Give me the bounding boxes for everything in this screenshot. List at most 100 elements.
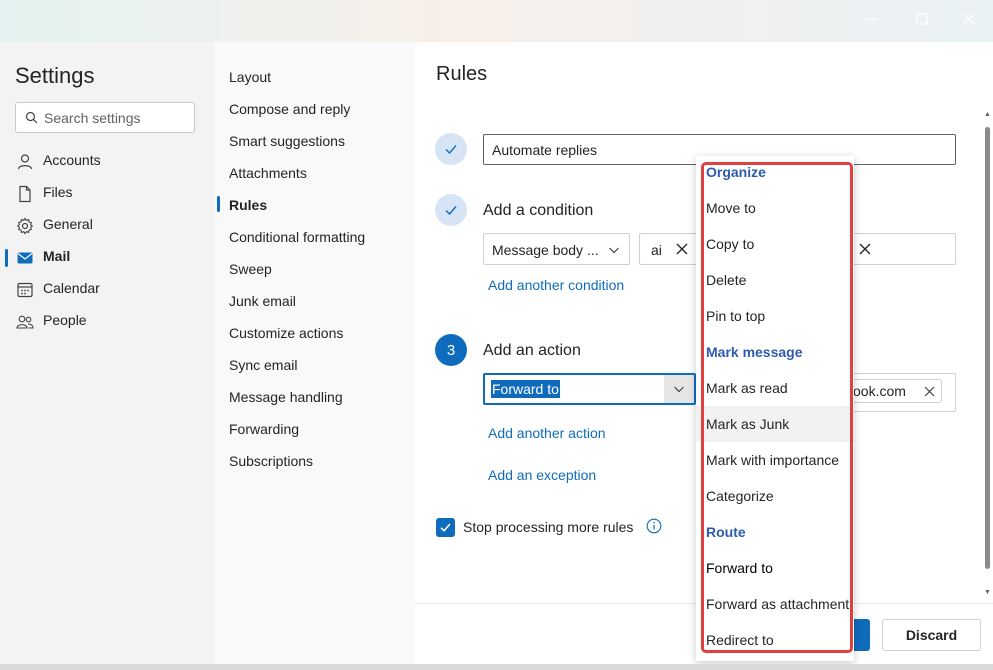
condition-value-field[interactable]: ai (639, 233, 699, 265)
chevron-down-icon (609, 247, 619, 254)
scroll-down-icon[interactable]: ▼ (984, 589, 991, 596)
settings-sidebar: Settings Accounts Files General (0, 42, 214, 670)
menu-group-mark-message: Mark message (706, 344, 803, 360)
add-another-action-link[interactable]: Add another action (488, 425, 606, 441)
sidebar-item-label: People (43, 312, 87, 328)
stop-processing-checkbox[interactable] (436, 518, 455, 537)
recipient-email: ook.com (853, 383, 906, 399)
sidebar-item-label: Files (43, 184, 73, 200)
remove-keyword-icon[interactable] (859, 243, 871, 255)
add-exception-link[interactable]: Add an exception (488, 467, 596, 483)
sidebar-item-label: Accounts (43, 152, 101, 168)
people-icon (16, 315, 34, 329)
settings-item-subscriptions[interactable]: Subscriptions (229, 453, 313, 469)
step-2-complete (435, 194, 467, 226)
person-icon (17, 154, 33, 170)
checkmark-icon (445, 206, 457, 216)
settings-item-layout[interactable]: Layout (229, 69, 271, 85)
menu-item-move-to[interactable]: Move to (696, 190, 854, 226)
checkmark-icon (445, 145, 457, 155)
action-dropdown-menu: Organize Move to Copy to Delete Pin to t… (696, 156, 854, 661)
stop-processing-label: Stop processing more rules (463, 519, 634, 535)
sidebar-item-calendar[interactable]: Calendar (0, 275, 214, 303)
mail-icon (17, 252, 33, 264)
menu-group-route: Route (706, 524, 746, 540)
checkmark-icon (440, 523, 451, 532)
page-title: Rules (436, 63, 488, 85)
search-icon (25, 111, 38, 124)
minimize-icon (866, 18, 878, 20)
sidebar-item-mail[interactable]: Mail (0, 243, 214, 271)
settings-item-sweep[interactable]: Sweep (229, 261, 272, 277)
settings-item-conditional-formatting[interactable]: Conditional formatting (229, 229, 365, 245)
condition-type-value: Message body ... (492, 242, 599, 258)
menu-item-redirect-to[interactable]: Redirect to (696, 622, 854, 658)
menu-item-pin-to-top[interactable]: Pin to top (696, 298, 854, 334)
remove-recipient-icon[interactable] (924, 386, 935, 397)
sidebar-item-files[interactable]: Files (0, 179, 214, 207)
sidebar-item-people[interactable]: People (0, 307, 214, 335)
maximize-icon (916, 13, 928, 25)
dropdown-toggle[interactable] (664, 375, 694, 403)
settings-item-attachments[interactable]: Attachments (229, 165, 307, 181)
step-number: 3 (446, 341, 456, 359)
menu-item-mark-with-importance[interactable]: Mark with importance (696, 442, 854, 478)
file-icon (19, 185, 31, 203)
settings-item-smart-suggestions[interactable]: Smart suggestions (229, 133, 345, 149)
sidebar-item-label: Calendar (43, 280, 100, 296)
calendar-icon (17, 282, 33, 298)
condition-value-field-continued[interactable] (845, 233, 956, 265)
title-bar (0, 0, 993, 42)
menu-item-mark-as-junk[interactable]: Mark as Junk (696, 406, 854, 442)
menu-group-organize: Organize (706, 164, 766, 180)
settings-item-forwarding[interactable]: Forwarding (229, 421, 299, 437)
save-button[interactable] (852, 619, 870, 651)
bottom-edge (0, 664, 993, 670)
sidebar-item-general[interactable]: General (0, 211, 214, 239)
settings-item-sync-email[interactable]: Sync email (229, 357, 297, 373)
sidebar-item-label: Mail (43, 248, 71, 264)
menu-item-delete[interactable]: Delete (696, 262, 854, 298)
discard-button[interactable]: Discard (882, 619, 981, 651)
close-icon (963, 13, 975, 25)
menu-item-mark-as-read[interactable]: Mark as read (696, 370, 854, 406)
action-type-dropdown[interactable]: Forward to (483, 373, 696, 405)
condition-keyword: ai (651, 242, 662, 258)
add-another-condition-link[interactable]: Add another condition (488, 277, 624, 293)
search-input[interactable] (44, 103, 192, 132)
settings-title: Settings (15, 63, 95, 88)
gear-icon (16, 217, 34, 235)
condition-label: Add a condition (483, 202, 594, 219)
info-icon[interactable] (646, 518, 662, 534)
settings-item-customize-actions[interactable]: Customize actions (229, 325, 343, 341)
action-type-value: Forward to (491, 380, 560, 398)
rule-name-value: Automate replies (492, 141, 598, 158)
recipient-chip: ook.com (850, 379, 942, 403)
mail-settings-list: Layout Compose and reply Smart suggestio… (214, 42, 415, 670)
scroll-up-icon[interactable]: ▲ (984, 111, 991, 118)
menu-item-copy-to[interactable]: Copy to (696, 226, 854, 262)
chevron-down-icon (674, 386, 684, 393)
settings-item-message-handling[interactable]: Message handling (229, 389, 343, 405)
remove-keyword-icon[interactable] (676, 243, 688, 255)
menu-item-categorize[interactable]: Categorize (696, 478, 854, 514)
condition-type-dropdown[interactable]: Message body ... (483, 233, 630, 265)
action-label: Add an action (483, 342, 581, 359)
minimize-button[interactable] (859, 8, 885, 30)
close-window-button[interactable] (956, 8, 982, 30)
search-box[interactable] (15, 102, 195, 133)
step-1-complete (435, 133, 467, 165)
settings-item-rules[interactable]: Rules (229, 197, 267, 213)
scrollbar[interactable]: ▲ ▼ (983, 107, 993, 605)
settings-item-compose[interactable]: Compose and reply (229, 101, 350, 117)
menu-item-forward-to[interactable]: Forward to (696, 550, 854, 586)
maximize-button[interactable] (909, 8, 935, 30)
step-3-indicator: 3 (435, 334, 467, 366)
sidebar-item-accounts[interactable]: Accounts (0, 147, 214, 175)
menu-item-forward-as-attachment[interactable]: Forward as attachment (696, 586, 854, 622)
settings-item-junk-email[interactable]: Junk email (229, 293, 296, 309)
scrollbar-thumb[interactable] (985, 127, 990, 569)
active-indicator (5, 249, 8, 267)
forward-recipient-field[interactable]: ook.com (845, 373, 956, 412)
sidebar-item-label: General (43, 216, 93, 232)
